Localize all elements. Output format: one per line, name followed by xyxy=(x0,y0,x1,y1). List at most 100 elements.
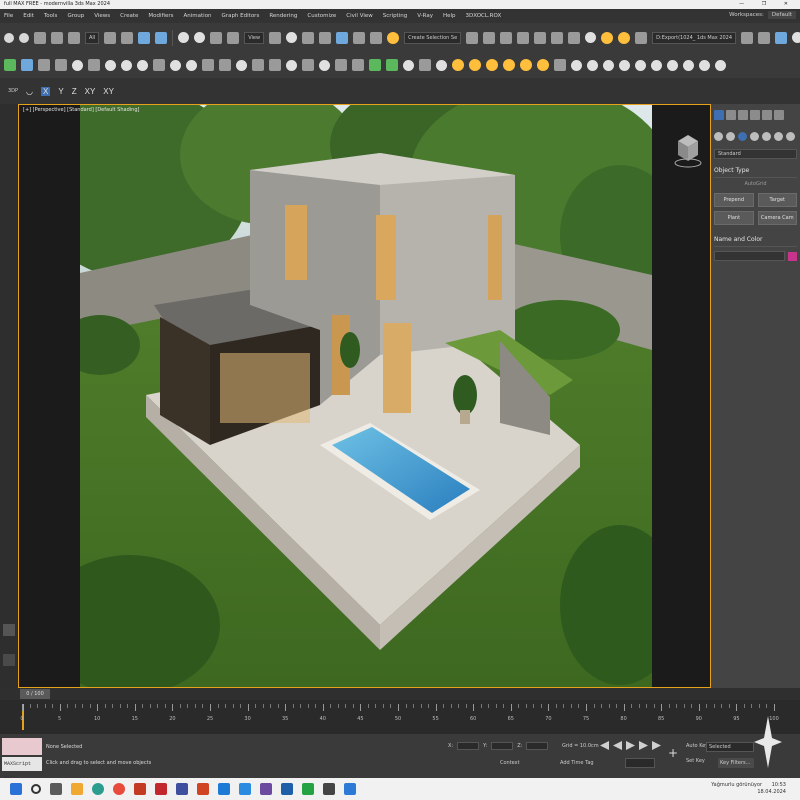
vray-scatter-icon[interactable] xyxy=(170,59,181,71)
edit-named-selection-icon[interactable] xyxy=(387,31,400,44)
auto-key-button[interactable]: Auto Key xyxy=(686,743,708,749)
bind-space-warp-icon[interactable] xyxy=(68,31,80,44)
time-slider[interactable]: 0 / 100 xyxy=(0,688,800,700)
select-object-icon[interactable] xyxy=(104,31,117,44)
redo-icon[interactable] xyxy=(19,32,29,43)
vray-material-icon[interactable] xyxy=(236,59,247,71)
menu-animation[interactable]: Animation xyxy=(184,13,212,19)
railclone-icon[interactable] xyxy=(369,59,381,71)
key-filters-button[interactable]: Key Filters... xyxy=(718,758,754,768)
autogrid-checkbox[interactable]: AutoGrid xyxy=(714,178,797,190)
next-frame-icon[interactable] xyxy=(639,741,648,750)
perspective-viewport[interactable]: [+] [Perspective] [Standard] [Default Sh… xyxy=(18,104,711,688)
window-crossing-icon[interactable] xyxy=(155,31,168,44)
object-category-dropdown[interactable]: Standard xyxy=(714,149,797,159)
add-icon[interactable]: + xyxy=(668,746,678,760)
spacing-icon[interactable] xyxy=(352,59,364,71)
curve-constraint-icon[interactable]: ◡ xyxy=(26,87,33,96)
vray-ies-icon[interactable] xyxy=(55,59,67,71)
vray-icon[interactable] xyxy=(741,31,754,44)
display-tab-icon[interactable] xyxy=(762,110,772,120)
vray-clipper-icon[interactable] xyxy=(202,59,214,71)
x-coordinate-field[interactable] xyxy=(457,742,480,750)
previous-frame-icon[interactable] xyxy=(613,741,622,750)
create-tab-icon[interactable] xyxy=(714,110,724,120)
plugin-i-icon[interactable] xyxy=(603,59,614,71)
powerpoint-icon[interactable] xyxy=(197,783,209,795)
lights-category-icon[interactable] xyxy=(738,131,747,141)
telegram-icon[interactable] xyxy=(239,783,251,795)
layer-explorer-icon[interactable] xyxy=(517,31,530,44)
sphere-icon[interactable] xyxy=(436,59,447,71)
spinner-snap-icon[interactable] xyxy=(370,31,383,44)
vray-volume-icon[interactable] xyxy=(219,59,231,71)
array-icon[interactable] xyxy=(335,59,347,71)
angle-snap-icon[interactable] xyxy=(336,31,349,44)
camera-cam-button[interactable]: Camera Cam xyxy=(757,211,797,225)
reference-coordinate-dropdown[interactable]: View xyxy=(244,31,265,44)
menu-plugin[interactable]: 3DXOCL.ROX xyxy=(466,13,502,19)
plugin-d-icon[interactable] xyxy=(503,59,515,71)
schematic-view-icon[interactable] xyxy=(568,31,581,44)
render-preset-dropdown[interactable]: D:Export(1024_ 1ds Max 2024 xyxy=(652,31,737,44)
vray-lister-icon[interactable] xyxy=(252,59,264,71)
chrome-browser-icon[interactable] xyxy=(113,783,125,795)
scene-explorer-icon[interactable] xyxy=(500,31,513,44)
axis-y-button[interactable]: Y xyxy=(58,87,63,96)
modify-tab-icon[interactable] xyxy=(726,110,736,120)
plugin-g-icon[interactable] xyxy=(571,59,582,71)
target-button[interactable]: Target xyxy=(757,193,797,207)
context-toggle[interactable]: Context xyxy=(500,760,520,766)
viewport-layout-icon[interactable] xyxy=(775,31,788,44)
vray-sphere-icon[interactable] xyxy=(72,59,83,71)
maxscript-listener[interactable] xyxy=(2,738,42,755)
helpers-category-icon[interactable] xyxy=(762,131,771,141)
menu-rendering[interactable]: Rendering xyxy=(269,13,297,19)
plant-button[interactable]: Plant xyxy=(714,211,754,225)
viewport-label[interactable]: [+] [Perspective] [Standard] [Default Sh… xyxy=(23,107,139,113)
curve-editor-icon[interactable] xyxy=(551,31,564,44)
object-color-swatch[interactable] xyxy=(788,251,797,261)
axis-xy-button[interactable]: XY xyxy=(85,87,96,96)
edge-browser-icon[interactable] xyxy=(92,783,104,795)
add-time-tag-button[interactable]: Add Time Tag xyxy=(560,760,594,766)
unlink-icon[interactable] xyxy=(51,31,63,44)
globe-icon[interactable] xyxy=(792,32,800,43)
plugin-b-icon[interactable] xyxy=(469,59,481,71)
vray-enmesh-icon[interactable] xyxy=(186,59,197,71)
grid-icon[interactable] xyxy=(302,59,314,71)
vray-proxy-icon[interactable] xyxy=(88,59,100,71)
menu-scripting[interactable]: Scripting xyxy=(383,13,407,19)
app-dark-icon[interactable] xyxy=(323,783,335,795)
snap-icon[interactable] xyxy=(319,59,330,71)
file-explorer-icon[interactable] xyxy=(71,783,83,795)
axis-prefix[interactable]: 3DP xyxy=(8,88,18,94)
menu-customize[interactable]: Customize xyxy=(307,13,336,19)
search-icon[interactable] xyxy=(31,784,41,794)
plugin-e-icon[interactable] xyxy=(520,59,532,71)
weather-tray[interactable]: Yağmurlu görünüyor xyxy=(711,782,762,788)
select-place-icon[interactable] xyxy=(227,31,240,44)
axis-x-button[interactable]: X xyxy=(41,86,51,96)
teapot-icon[interactable] xyxy=(403,59,414,71)
hierarchy-tab-icon[interactable] xyxy=(738,110,748,120)
plugin-a-icon[interactable] xyxy=(452,59,464,71)
play-icon[interactable] xyxy=(626,741,635,750)
vray-fur-icon[interactable] xyxy=(105,59,116,71)
go-to-start-icon[interactable] xyxy=(600,741,609,750)
plugin-f-icon[interactable] xyxy=(554,59,566,71)
vray-camera-icon[interactable] xyxy=(137,59,148,71)
sun-icon[interactable] xyxy=(537,59,549,71)
object-name-input[interactable] xyxy=(714,251,785,261)
window-controls[interactable]: — ❐ ✕ xyxy=(739,0,796,9)
menu-edit[interactable]: Edit xyxy=(23,13,34,19)
menu-civil-view[interactable]: Civil View xyxy=(346,13,372,19)
outlook-icon[interactable] xyxy=(218,783,230,795)
select-move-icon[interactable] xyxy=(178,32,190,43)
track-bar-ruler[interactable]: 0 5 10 15 20 25 30 35 40 45 50 55 60 65 70 75 80 85 90 95 10… xyxy=(20,704,779,730)
pivot-center-icon[interactable] xyxy=(269,31,282,44)
name-color-header[interactable]: Name and Color xyxy=(714,234,797,247)
whatsapp-icon[interactable] xyxy=(302,783,314,795)
select-by-name-icon[interactable] xyxy=(121,31,134,44)
plugin-j-icon[interactable] xyxy=(619,59,630,71)
